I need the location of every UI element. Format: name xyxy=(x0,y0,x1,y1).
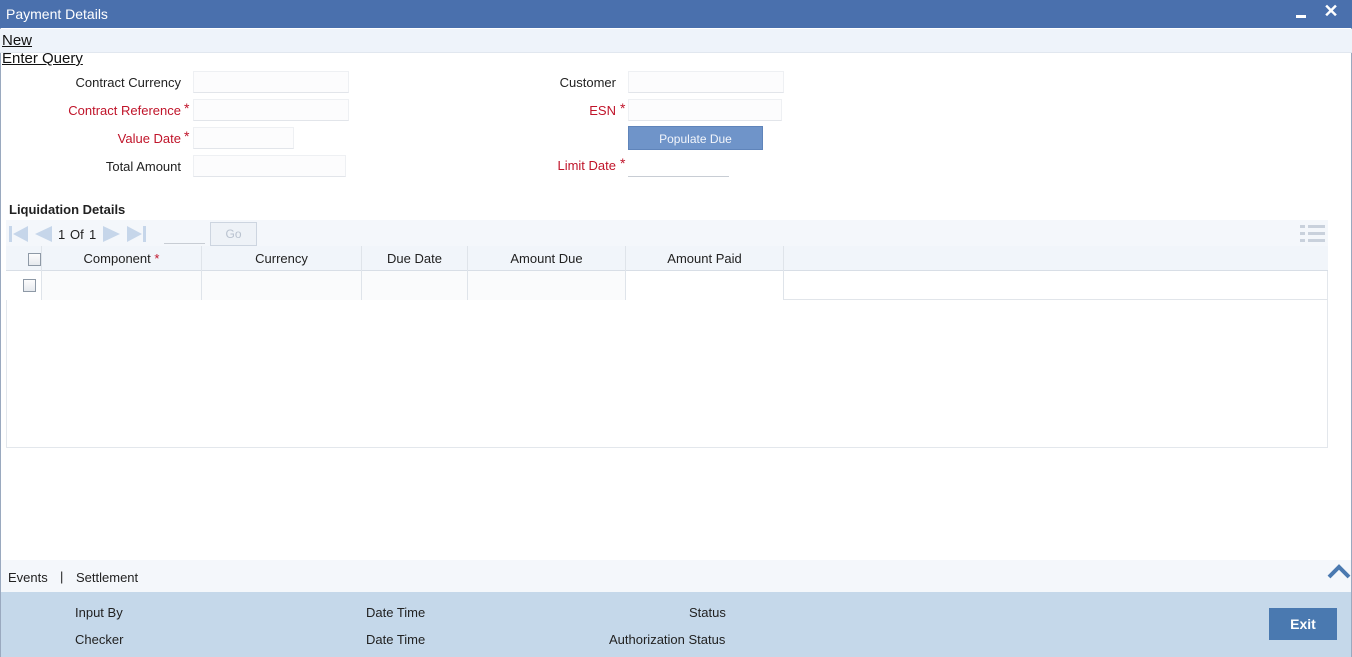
select-all-checkbox[interactable] xyxy=(28,253,41,266)
go-button[interactable]: Go xyxy=(210,222,257,246)
column-header-currency[interactable]: Currency xyxy=(202,246,362,271)
column-header-amount-paid[interactable]: Amount Paid xyxy=(626,246,784,271)
events-link[interactable]: Events xyxy=(8,570,48,585)
value-date-input[interactable] xyxy=(193,127,294,149)
minimize-icon[interactable] xyxy=(1294,4,1308,22)
checker-label: Checker xyxy=(75,632,124,647)
enter-query-link[interactable]: Enter Query xyxy=(2,50,83,67)
required-marker: * xyxy=(620,155,626,171)
cell-component[interactable] xyxy=(42,271,202,300)
last-page-icon[interactable] xyxy=(126,224,148,244)
total-pages: 1 xyxy=(89,227,97,242)
exit-button[interactable]: Exit xyxy=(1269,608,1337,640)
audit-footer xyxy=(1,592,1351,657)
window-title: Payment Details xyxy=(6,6,108,22)
required-marker: * xyxy=(620,100,626,116)
contract-reference-label: Contract Reference xyxy=(68,103,181,118)
subsystem-link-bar xyxy=(1,560,1351,592)
cell-amount-due[interactable] xyxy=(468,271,626,300)
close-icon[interactable]: ✕ xyxy=(1322,1,1340,21)
checker-date-time-label: Date Time xyxy=(366,632,426,647)
column-header-amount-due[interactable]: Amount Due xyxy=(468,246,626,271)
column-header-component[interactable]: Component * xyxy=(42,246,202,271)
first-page-icon[interactable] xyxy=(8,224,30,244)
cell-due-date[interactable] xyxy=(362,271,468,300)
required-marker: * xyxy=(184,128,190,144)
liquidation-details-title: Liquidation Details xyxy=(9,202,126,217)
total-amount-label: Total Amount xyxy=(105,159,181,174)
contract-currency-label: Contract Currency xyxy=(75,75,181,90)
new-link[interactable]: New xyxy=(2,32,32,49)
chevron-up-icon[interactable] xyxy=(1326,560,1352,582)
page-of-label: Of xyxy=(70,227,84,242)
limit-date-label: Limit Date xyxy=(557,158,616,173)
row-checkbox[interactable] xyxy=(23,279,36,292)
contract-reference-input[interactable] xyxy=(193,99,349,121)
esn-label: ESN xyxy=(589,103,616,118)
next-page-icon[interactable] xyxy=(101,224,123,244)
customer-input[interactable] xyxy=(628,71,784,93)
page-number-input[interactable] xyxy=(164,225,205,244)
cell-currency[interactable] xyxy=(202,271,362,300)
required-marker: * xyxy=(154,251,160,266)
populate-due-button[interactable]: Populate Due xyxy=(628,126,763,150)
customer-label: Customer xyxy=(559,75,616,90)
esn-input[interactable] xyxy=(628,99,782,121)
settlement-link[interactable]: Settlement xyxy=(76,570,138,585)
window-titlebar: Payment Details ✕ xyxy=(0,0,1352,28)
link-separator: | xyxy=(60,569,64,584)
limit-date-input[interactable] xyxy=(628,155,729,177)
menu-bar xyxy=(0,29,1352,53)
value-date-label: Value Date xyxy=(117,131,181,146)
column-header-label: Component xyxy=(83,251,151,266)
required-marker: * xyxy=(184,100,190,116)
previous-page-icon[interactable] xyxy=(32,224,54,244)
status-label: Status xyxy=(689,605,726,620)
contract-currency-input[interactable] xyxy=(193,71,349,93)
column-header-due-date[interactable]: Due Date xyxy=(362,246,468,271)
current-page: 1 xyxy=(58,227,66,242)
input-by-label: Input By xyxy=(75,605,123,620)
date-time-label: Date Time xyxy=(366,605,426,620)
total-amount-input[interactable] xyxy=(193,155,346,177)
cell-amount-paid[interactable] xyxy=(626,271,784,300)
list-view-icon[interactable] xyxy=(1300,223,1326,243)
authorization-status-label: Authorization Status xyxy=(609,632,726,647)
